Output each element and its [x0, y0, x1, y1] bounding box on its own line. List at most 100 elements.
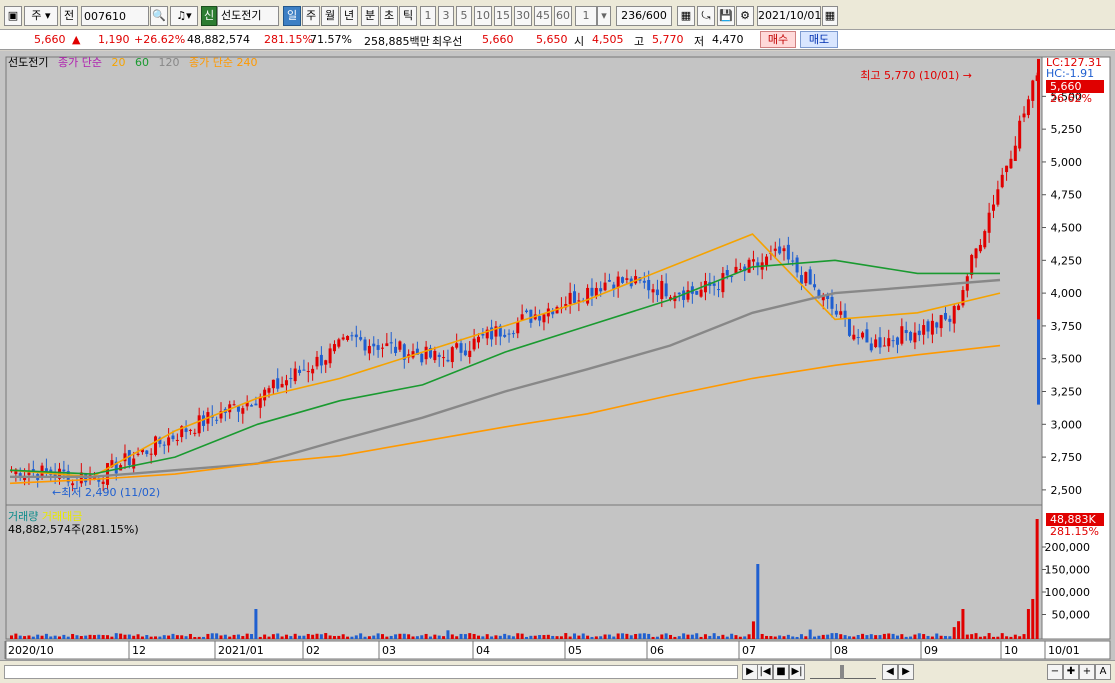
price-tick-label: 5,000 [1051, 156, 1083, 169]
volume-bar [778, 635, 782, 639]
candle-up [699, 289, 703, 297]
buy-button[interactable]: 매수 [760, 31, 796, 48]
candle-up [380, 347, 384, 349]
volume-bar [769, 636, 773, 639]
date-label: 04 [476, 644, 490, 657]
stock-code-input[interactable] [81, 6, 149, 26]
indicator-icon[interactable]: ⤿ [697, 6, 715, 26]
scroll-right2-icon[interactable]: ▶ [898, 664, 914, 680]
tab-second[interactable]: 초 [380, 6, 398, 26]
interval-1[interactable]: 1 [420, 6, 436, 26]
volume-bar [546, 634, 550, 639]
candle-up [991, 204, 995, 211]
interval-5[interactable]: 5 [456, 6, 472, 26]
scroll-left-icon[interactable]: ◀ [882, 664, 898, 680]
bid-price: 5,650 [536, 33, 568, 46]
calendar-icon[interactable]: ▦ [822, 6, 838, 26]
interval-60[interactable]: 60 [554, 6, 572, 26]
legend-ma240: 종가 단순 240 [188, 56, 258, 69]
candle-up [315, 356, 319, 367]
candle-down [184, 428, 188, 432]
tab-minute[interactable]: 분 [361, 6, 379, 26]
volume-bar [245, 633, 249, 639]
gear-icon[interactable]: ⚙ [736, 6, 754, 26]
open-price: 4,505 [592, 33, 624, 46]
high-label: 고 [634, 35, 645, 48]
stock-code-field[interactable] [82, 7, 148, 25]
window-menu-icon[interactable]: ▣ [4, 6, 22, 26]
interval-dropdown-icon[interactable]: ▾ [597, 6, 611, 26]
zoom-slider[interactable] [810, 665, 876, 679]
volume-bar [669, 634, 673, 639]
candle-up [970, 255, 974, 275]
scroll-bar: ▶ |◀ ■ ▶| ◀ ▶ − ✚ + A [0, 660, 1115, 683]
candle-up [154, 436, 158, 455]
sell-button[interactable]: 매도 [800, 31, 838, 48]
jeon-button[interactable]: 전 [60, 6, 78, 26]
tab-tick[interactable]: 틱 [399, 6, 417, 26]
scroll-last-icon[interactable]: ▶| [789, 664, 805, 680]
price-volume-chart[interactable]: 5,5005,2505,0004,7504,5004,2504,0003,750… [0, 51, 1115, 660]
volume-bar [184, 636, 188, 639]
interval-45[interactable]: 45 [534, 6, 552, 26]
sound-icon[interactable]: ♫▾ [170, 6, 198, 26]
bar-count-value: 236 [621, 9, 643, 22]
save-icon[interactable]: 💾 [717, 6, 735, 26]
volume-bar [1018, 636, 1022, 639]
scroll-first-icon[interactable]: |◀ [757, 664, 773, 680]
candle-down [935, 322, 939, 328]
candle-up [367, 345, 371, 354]
minus-icon[interactable]: − [1047, 664, 1063, 680]
tab-year[interactable]: 년 [340, 6, 358, 26]
interval-30[interactable]: 30 [514, 6, 532, 26]
bar-count[interactable]: 236/600 [616, 6, 672, 26]
date-label: 02 [306, 644, 320, 657]
interval-10[interactable]: 10 [474, 6, 492, 26]
interval-custom[interactable]: 1 [575, 6, 597, 26]
tab-month[interactable]: 월 [321, 6, 339, 26]
chart-area[interactable]: 5,500 5,250 5,000 4,750 4,500 4,250 4,000 3,750… [0, 51, 1115, 660]
zoom-slider-thumb[interactable] [840, 665, 844, 679]
interval-15[interactable]: 15 [494, 6, 512, 26]
interval-3[interactable]: 3 [438, 6, 454, 26]
volume-bar [782, 636, 786, 639]
candle-up [987, 212, 991, 233]
tab-day[interactable]: 일 [283, 6, 301, 26]
stop-icon[interactable]: ■ [773, 664, 789, 680]
volume-tick-label: 150,000 [1045, 564, 1091, 577]
candle-up [773, 248, 777, 251]
date-label: 06 [650, 644, 664, 657]
date-field[interactable]: 2021/10/01 [757, 6, 821, 26]
volume-bar [140, 636, 144, 639]
candle-up [306, 371, 310, 373]
volume-bar [119, 633, 123, 639]
candle-down [917, 330, 921, 336]
tab-week[interactable]: 주 [302, 6, 320, 26]
text-tool-icon[interactable]: A [1095, 664, 1111, 680]
move-icon[interactable]: ✚ [1063, 664, 1079, 680]
volume-bar [328, 635, 332, 639]
volume-bar [813, 636, 817, 639]
volume-bar [106, 635, 110, 639]
candle-up [874, 339, 878, 348]
volume-bar [834, 633, 838, 639]
volume-bar [795, 636, 799, 639]
scroll-track[interactable] [4, 665, 738, 679]
candle-icon[interactable]: ▦ [677, 6, 695, 26]
legend-stock-name: 선도전기 [8, 56, 49, 69]
candle-up [476, 336, 480, 343]
search-icon[interactable]: 🔍 [150, 6, 168, 26]
candle-down [171, 435, 175, 440]
volume-bar [651, 636, 655, 639]
market-select[interactable]: 주 ▾ [24, 6, 58, 26]
candle-up [839, 311, 843, 315]
volume-bar [852, 636, 856, 639]
scroll-right-icon[interactable]: ▶ [742, 664, 758, 680]
candle-down [830, 296, 834, 309]
volume-bar [258, 636, 262, 639]
plus-icon[interactable]: + [1079, 664, 1095, 680]
candle-down [795, 257, 799, 273]
volume-ratio: 281.15% [264, 33, 313, 46]
volume-bar [551, 635, 555, 639]
candle-up [751, 259, 755, 262]
